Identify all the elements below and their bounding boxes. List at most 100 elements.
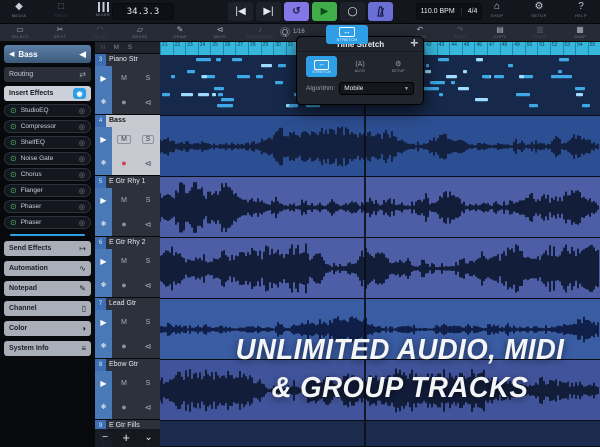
add-track-button[interactable]: + [122, 433, 130, 443]
insert-effect-slot[interactable]: ⊙Compressor◎ [4, 120, 91, 133]
freeze-icon[interactable]: ❄ [101, 159, 107, 167]
track-play-icon[interactable]: ▶ [100, 318, 106, 327]
insert-effect-slot[interactable]: ⊙Flanger◎ [4, 184, 91, 197]
track-row[interactable]: 8 Ebow Gtr ▶ ❄ M S ● ⊲ [95, 359, 160, 420]
track-row[interactable]: 7 Lead Gtr ▶ ❄ M S ● ⊲ [95, 298, 160, 359]
mute-tool[interactable]: ⊲MUTE [200, 24, 240, 39]
shop-button[interactable]: ⌂SHOP [482, 1, 512, 18]
insert-effect-slot[interactable]: ⊙Phaser◎ [4, 216, 91, 229]
bypass-icon[interactable]: ◎ [79, 139, 85, 147]
bypass-icon[interactable]: ◎ [79, 107, 85, 115]
stretch-mode-setup[interactable]: ⚙SETUP [383, 56, 414, 77]
collapse-tracks-button[interactable]: − [102, 433, 108, 443]
mute-button[interactable]: M [118, 75, 130, 82]
power-icon[interactable]: ⊙ [10, 219, 17, 227]
erase-tool[interactable]: ▱ERASE [120, 24, 160, 39]
bypass-icon[interactable]: ◎ [79, 187, 85, 195]
algorithm-dropdown[interactable]: Mobile ▼ [339, 82, 414, 95]
power-icon[interactable]: ⊙ [10, 155, 17, 163]
solo-button[interactable]: S [143, 258, 154, 265]
power-icon[interactable]: ⊙ [10, 139, 17, 147]
help-button[interactable]: ?HELP [566, 1, 596, 18]
inspector-section-notepad[interactable]: Notepad✎ [4, 281, 91, 296]
glue-tool[interactable]: ◠GLUE [80, 24, 120, 39]
audio-event-lane[interactable] [160, 116, 600, 177]
mute-button[interactable]: M [118, 258, 130, 265]
audio-event-lane[interactable] [160, 177, 600, 238]
power-icon[interactable]: ⊙ [10, 107, 17, 115]
redo-tool[interactable]: ↷REDO [440, 24, 480, 39]
bypass-icon[interactable]: ◎ [79, 203, 85, 211]
forward-button[interactable]: ▶| [256, 2, 281, 21]
power-icon[interactable]: ⊙ [10, 171, 17, 179]
stretch-tool-button[interactable]: ↔ STRETCH [326, 25, 368, 44]
monitor-icon[interactable]: ⊲ [145, 98, 152, 107]
track-row[interactable]: 4 Bass ▶ ❄ M S ● ⊲ [95, 115, 160, 176]
setup-button[interactable]: ⚙SETUP [524, 1, 554, 18]
transpose-tool[interactable]: ♪TRANSPOSE [240, 24, 280, 39]
mute-button[interactable]: M [118, 380, 130, 387]
monitor-icon[interactable]: ⊲ [145, 342, 152, 351]
inspector-section-automation[interactable]: Automation∿ [4, 261, 91, 276]
inspector-track-header[interactable]: ◀ Bass ◀ [4, 45, 91, 63]
track-row[interactable]: 6 E Gtr Rhy 2 ▶ ❄ M S ● ⊲ [95, 237, 160, 298]
power-icon[interactable]: ⊙ [10, 187, 17, 195]
track-row[interactable]: 3 Piano Str ▶ ❄ M S ● ⊲ [95, 54, 160, 115]
record-arm-button[interactable]: ● [121, 403, 126, 411]
track-play-icon[interactable]: ▶ [100, 257, 106, 266]
record-arm-button[interactable]: ● [121, 342, 126, 350]
routing-section-button[interactable]: Routing ⇄ [4, 67, 91, 82]
solo-button[interactable]: S [143, 197, 154, 204]
monitor-icon[interactable]: ⊲ [145, 220, 152, 229]
header-solo-label[interactable]: S [128, 45, 132, 51]
track-play-icon[interactable]: ▶ [100, 379, 106, 388]
paste-tool[interactable]: ▥PASTE [520, 24, 560, 39]
freeze-icon[interactable]: ❄ [101, 403, 107, 411]
copy-tool[interactable]: ▤COPY [480, 24, 520, 39]
record-arm-button[interactable]: ● [121, 98, 126, 106]
monitor-icon[interactable]: ⊲ [145, 403, 152, 412]
track-play-icon[interactable]: ▶ [100, 135, 106, 144]
track-play-icon[interactable]: ▶ [100, 196, 106, 205]
play-button[interactable]: ▶ [312, 2, 337, 21]
record-arm-button[interactable]: ● [121, 159, 126, 167]
solo-button[interactable]: S [143, 380, 154, 387]
tempo-display[interactable]: 110.0 BPM 4/4 [416, 3, 482, 20]
mute-button[interactable]: M [118, 197, 130, 204]
insert-effect-slot[interactable]: ⊙Noise Gate◎ [4, 152, 91, 165]
audio-event-lane[interactable] [160, 360, 600, 421]
inspector-scrollbar[interactable] [10, 234, 85, 236]
hide-panel-button[interactable]: ⌄ [144, 433, 152, 443]
split-tool[interactable]: ✂SPLIT [40, 24, 80, 39]
freeze-icon[interactable]: ❄ [101, 281, 107, 289]
monitor-icon[interactable]: ⊲ [145, 281, 152, 290]
audio-event-lane[interactable] [160, 421, 600, 447]
mute-button[interactable]: M [118, 319, 130, 326]
snap-tool[interactable]: ▦SNAP [560, 24, 600, 39]
insert-effects-section-button[interactable]: Insert Effects ◉ [4, 86, 91, 101]
inspector-section-system-info[interactable]: System Info≡ [4, 341, 91, 356]
cycle-button[interactable]: ↺ [284, 2, 309, 21]
power-icon[interactable]: ⊙ [10, 203, 17, 211]
mute-button[interactable]: M [117, 135, 131, 144]
freeze-icon[interactable]: ❄ [101, 342, 107, 350]
insert-effect-slot[interactable]: ⊙Chorus◎ [4, 168, 91, 181]
inspector-section-channel[interactable]: Channel▯ [4, 301, 91, 316]
bypass-icon[interactable]: ◎ [79, 123, 85, 131]
record-arm-button[interactable]: ● [121, 220, 126, 228]
freeze-icon[interactable]: ❄ [101, 98, 107, 106]
solo-button[interactable]: S [142, 135, 155, 144]
draw-tool[interactable]: ✎DRAW [160, 24, 200, 39]
solo-button[interactable]: S [143, 319, 154, 326]
keys-button[interactable]: □KEYS [46, 1, 76, 18]
collapse-arrow-icon[interactable]: ◀ [79, 49, 86, 60]
rewind-button[interactable]: |◀ [228, 2, 253, 21]
bypass-icon[interactable]: ◎ [79, 155, 85, 163]
bypass-icon[interactable]: ◎ [79, 171, 85, 179]
stretch-mode-stretch[interactable]: ↔STRETCH [306, 56, 337, 77]
header-mute-label[interactable]: M [114, 45, 119, 51]
media-button[interactable]: ◆MEDIA [4, 1, 34, 18]
insert-effect-slot[interactable]: ⊙Phaser◎ [4, 200, 91, 213]
freeze-icon[interactable]: ❄ [101, 220, 107, 228]
audio-event-lane[interactable] [160, 238, 600, 299]
